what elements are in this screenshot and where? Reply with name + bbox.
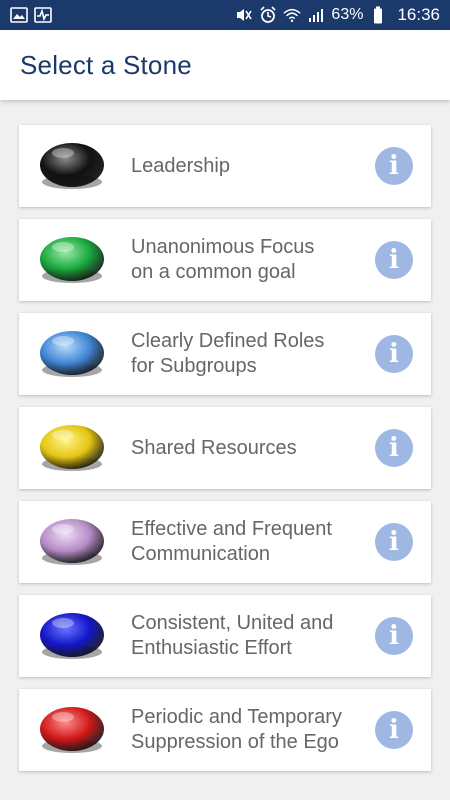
stone-list: Leadership i Unanonimous Focus on a common …: [19, 125, 431, 783]
stone-card[interactable]: Consistent, United and Enthusiastic Effor…: [19, 595, 431, 677]
stone-label-line1: Effective and Frequent: [131, 518, 332, 540]
stone-label-line2: for Subgroups: [131, 355, 257, 377]
image-icon: [10, 6, 28, 24]
stone-card[interactable]: Periodic and Temporary Suppression of the…: [19, 689, 431, 771]
stone-card[interactable]: Leadership i: [19, 125, 431, 207]
status-bar: 63% 16:36: [0, 0, 450, 30]
info-icon: i: [389, 339, 399, 369]
mute-vibrate-icon: [235, 6, 253, 24]
battery-icon: [369, 6, 387, 24]
stone-icon: [40, 613, 104, 659]
stone-card[interactable]: Clearly Defined Roles for Subgroups i: [19, 313, 431, 395]
stone-label-line2: Enthusiastic Effort: [131, 637, 292, 659]
info-button[interactable]: i: [375, 523, 413, 561]
info-icon: i: [389, 433, 399, 463]
stone-icon: [40, 519, 104, 565]
stone-label: Effective and Frequent Communication: [131, 517, 371, 567]
battery-percent: 63%: [331, 6, 364, 23]
info-icon: i: [389, 245, 399, 275]
info-icon: i: [389, 527, 399, 557]
stone-label-line2: on a common goal: [131, 261, 296, 283]
stone-icon: [40, 425, 104, 471]
stone-label: Periodic and Temporary Suppression of the…: [131, 705, 371, 755]
app-bar: Select a Stone: [0, 30, 450, 100]
stone-label: Shared Resources: [131, 436, 371, 461]
page-title: Select a Stone: [20, 49, 192, 80]
stone-label: Clearly Defined Roles for Subgroups: [131, 329, 371, 379]
wifi-icon: [283, 6, 301, 24]
stone-icon: [40, 237, 104, 283]
info-icon: i: [389, 621, 399, 651]
stone-label-line1: Shared Resources: [131, 436, 297, 459]
info-button[interactable]: i: [375, 335, 413, 373]
stone-label: Consistent, United and Enthusiastic Effor…: [131, 611, 371, 661]
stone-icon: [40, 331, 104, 377]
alarm-icon: [259, 6, 277, 24]
stone-label-line1: Unanonimous Focus: [131, 236, 315, 258]
status-right: 63% 16:36: [235, 5, 440, 25]
stone-card[interactable]: Unanonimous Focus on a common goal i: [19, 219, 431, 301]
stone-card[interactable]: Effective and Frequent Communication i: [19, 501, 431, 583]
stone-icon: [40, 143, 104, 189]
stone-label: Leadership: [131, 154, 371, 179]
stone-label-line2: Suppression of the Ego: [131, 731, 339, 753]
stone-label-line1: Clearly Defined Roles: [131, 330, 325, 352]
stone-label-line1: Periodic and Temporary: [131, 706, 342, 728]
stone-label-line1: Leadership: [131, 154, 230, 177]
signal-icon: [307, 6, 325, 24]
stone-card[interactable]: Shared Resources i: [19, 407, 431, 489]
stone-icon: [40, 707, 104, 753]
info-button[interactable]: i: [375, 241, 413, 279]
stone-label-line2: Communication: [131, 543, 270, 565]
status-left: [10, 6, 52, 24]
info-button[interactable]: i: [375, 147, 413, 185]
stone-label-line1: Consistent, United and: [131, 612, 334, 634]
stone-label: Unanonimous Focus on a common goal: [131, 235, 371, 285]
info-button[interactable]: i: [375, 617, 413, 655]
info-icon: i: [389, 151, 399, 181]
info-button[interactable]: i: [375, 711, 413, 749]
info-icon: i: [389, 715, 399, 745]
activity-icon: [34, 6, 52, 24]
clock: 16:36: [397, 5, 440, 24]
info-button[interactable]: i: [375, 429, 413, 467]
